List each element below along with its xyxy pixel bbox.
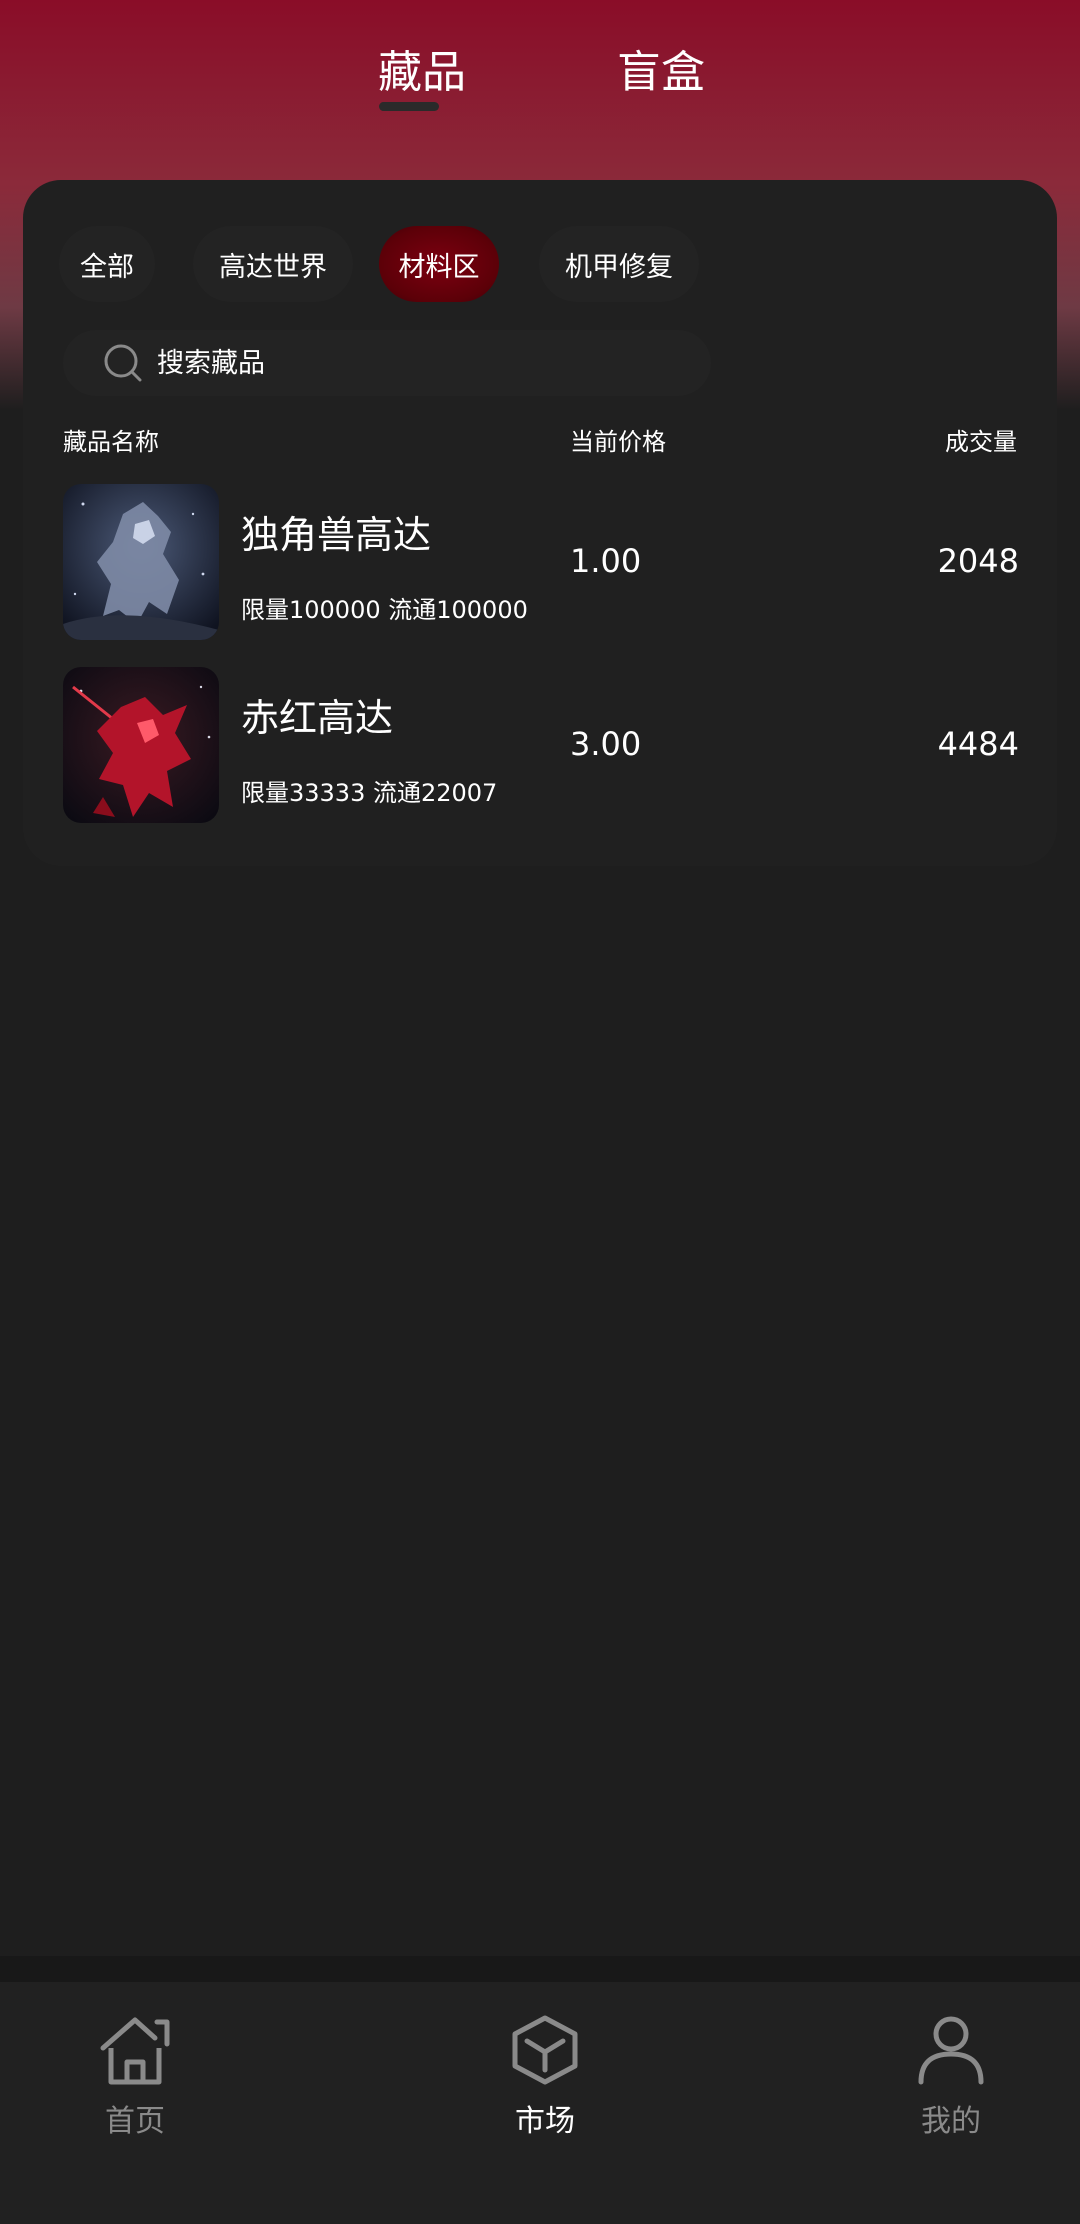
home-icon xyxy=(100,2017,170,2085)
nav-home-label: 首页 xyxy=(105,2104,165,2139)
category-chip-materials[interactable]: 材料区 xyxy=(379,226,499,302)
collection-supply: 限量33333 流通22007 xyxy=(241,779,498,807)
category-chip-label: 全部 xyxy=(80,251,134,283)
collection-supply: 限量100000 流通100000 xyxy=(241,596,528,624)
collection-row[interactable]: 赤红高达 限量33333 流通22007 3.00 4484 xyxy=(63,667,1019,823)
collection-volume: 4484 xyxy=(937,725,1019,763)
tab-blind-box[interactable]: 盲盒 xyxy=(617,36,705,100)
nav-market[interactable]: 市场 xyxy=(485,2014,605,2154)
collection-price: 1.00 xyxy=(570,542,642,580)
category-chip-label: 材料区 xyxy=(398,251,480,283)
nav-market-label: 市场 xyxy=(515,2104,575,2139)
tab-collections[interactable]: 藏品 xyxy=(378,36,466,111)
nav-profile[interactable]: 我的 xyxy=(891,2014,1011,2154)
column-header-name: 藏品名称 xyxy=(63,428,159,456)
tab-collections-label: 藏品 xyxy=(378,47,466,98)
nav-profile-label: 我的 xyxy=(921,2104,981,2139)
search-bar[interactable] xyxy=(63,330,711,396)
collection-name: 独角兽高达 xyxy=(241,513,432,557)
search-input[interactable] xyxy=(157,347,657,379)
category-chip-label: 高达世界 xyxy=(219,251,327,283)
collection-price: 3.00 xyxy=(570,725,642,763)
market-card: 全部 高达世界 材料区 机甲修复 藏品名称 当前价格 成交量 xyxy=(23,180,1057,866)
user-icon xyxy=(918,2016,984,2085)
cube-icon xyxy=(512,2015,578,2085)
collection-row[interactable]: 独角兽高达 限量100000 流通100000 1.00 2048 xyxy=(63,484,1019,640)
nav-home[interactable]: 首页 xyxy=(75,2014,195,2154)
active-tab-indicator xyxy=(379,102,439,111)
collection-thumbnail xyxy=(63,484,219,640)
column-header-volume: 成交量 xyxy=(945,428,1017,456)
category-chip-all[interactable]: 全部 xyxy=(59,226,155,302)
tabbar-divider xyxy=(0,1956,1080,1982)
collection-thumbnail xyxy=(63,667,219,823)
column-header-price: 当前价格 xyxy=(570,428,666,456)
category-chip-gundam-world[interactable]: 高达世界 xyxy=(193,226,353,302)
tab-blind-box-label: 盲盒 xyxy=(617,47,705,98)
search-icon xyxy=(104,344,142,382)
collection-volume: 2048 xyxy=(937,542,1019,580)
top-tabs: 藏品 盲盒 xyxy=(0,36,1080,116)
collection-name: 赤红高达 xyxy=(241,696,394,740)
category-chip-label: 机甲修复 xyxy=(565,251,673,283)
bottom-nav: 首页 市场 我的 xyxy=(0,1982,1080,2224)
category-chip-mecha-repair[interactable]: 机甲修复 xyxy=(539,226,699,302)
